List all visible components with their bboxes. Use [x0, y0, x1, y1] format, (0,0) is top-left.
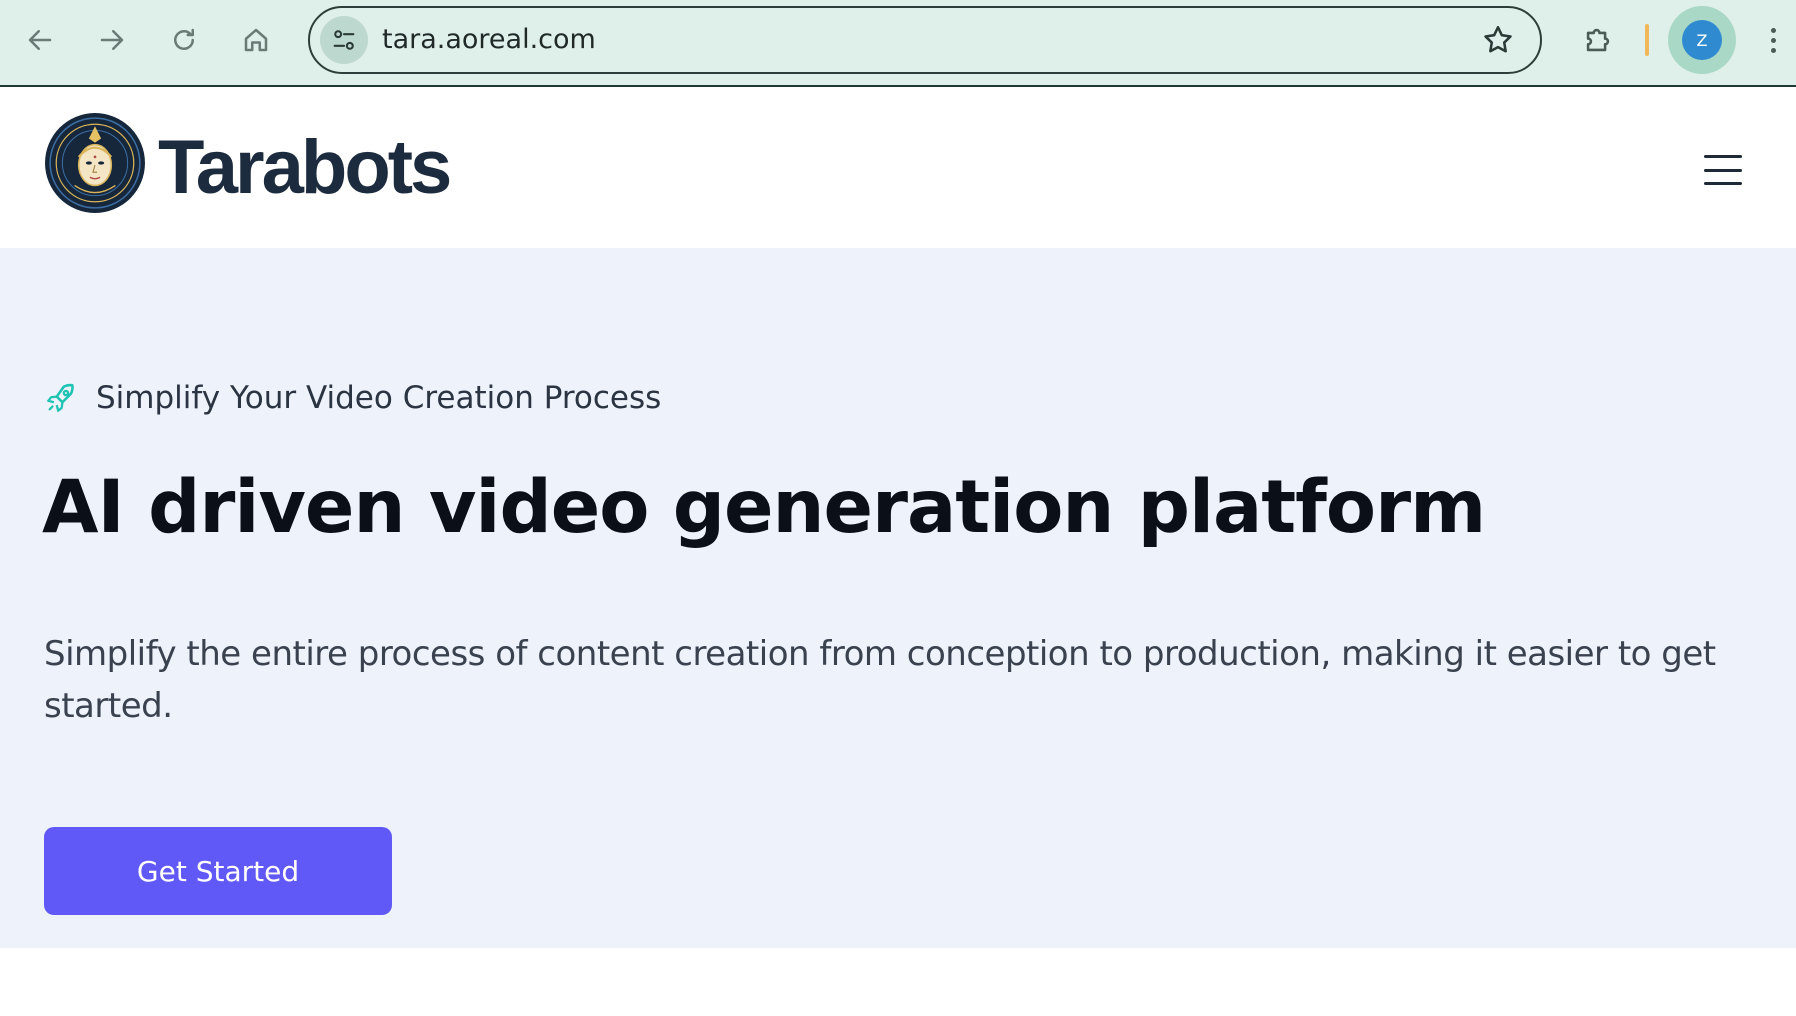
home-button[interactable]	[232, 16, 280, 64]
hero-headline: AI driven video generation platform	[42, 465, 1486, 550]
reload-icon	[174, 28, 194, 50]
kebab-menu-icon	[1770, 27, 1776, 33]
toolbar-divider	[1645, 24, 1649, 56]
extensions-button[interactable]	[1574, 16, 1622, 64]
url-text[interactable]: tara.aoreal.com	[382, 8, 596, 72]
tagline-row: Simplify Your Video Creation Process	[44, 378, 661, 418]
hamburger-icon	[1704, 155, 1742, 158]
avatar: Z	[1682, 20, 1722, 60]
tune-icon	[333, 30, 355, 50]
arrow-right-icon	[100, 30, 124, 50]
tarabots-logo-icon[interactable]	[44, 112, 146, 214]
get-started-button[interactable]: Get Started	[44, 827, 392, 915]
reload-button[interactable]	[160, 16, 208, 64]
site-info-button[interactable]	[320, 16, 368, 64]
puzzle-icon	[1586, 28, 1610, 52]
site-header: Tarabots	[0, 88, 1796, 248]
hero-tagline: Simplify Your Video Creation Process	[96, 380, 662, 416]
brand-name[interactable]: Tarabots	[158, 118, 452, 218]
hero-subtitle: Simplify the entire process of content c…	[44, 634, 1716, 726]
home-icon	[244, 28, 268, 52]
back-button[interactable]	[16, 16, 64, 64]
hero-section: Simplify Your Video Creation Process AI …	[0, 248, 1796, 948]
hamburger-menu-button[interactable]	[1700, 152, 1746, 188]
bookmark-button[interactable]	[1478, 20, 1518, 60]
star-icon	[1484, 25, 1512, 53]
browser-menu-button[interactable]	[1758, 16, 1788, 64]
arrow-left-icon	[28, 30, 52, 50]
forward-button[interactable]	[88, 16, 136, 64]
address-bar[interactable]: tara.aoreal.com	[308, 6, 1542, 74]
profile-button[interactable]: Z	[1668, 6, 1736, 74]
browser-toolbar: tara.aoreal.com Z	[0, 0, 1796, 87]
rocket-icon	[47, 383, 74, 412]
